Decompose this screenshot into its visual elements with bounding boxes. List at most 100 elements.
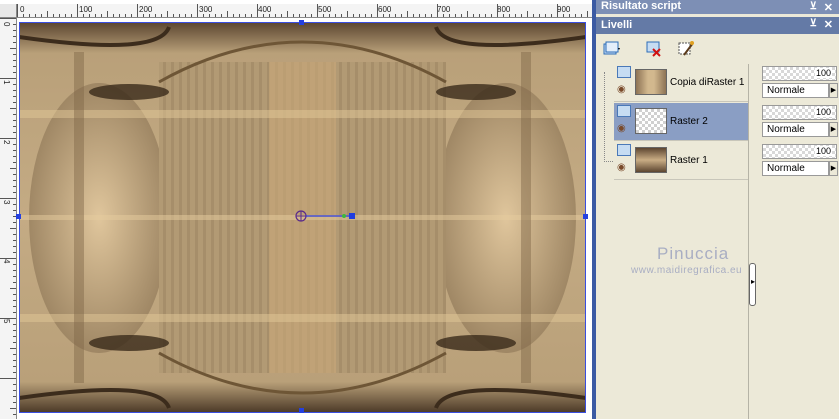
eye-icon[interactable]: ◉ — [617, 84, 626, 95]
ruler-tick — [13, 186, 16, 187]
layer-row[interactable]: ◉ Raster 1 — [614, 142, 748, 180]
ruler-tick — [413, 14, 414, 17]
ruler-label: 200 — [139, 5, 153, 14]
ruler-tick — [13, 354, 16, 355]
ruler-tick — [13, 114, 16, 115]
eye-icon[interactable]: ◉ — [617, 123, 626, 134]
resize-handle-top[interactable] — [299, 20, 304, 25]
ruler-tick — [41, 14, 42, 17]
ruler-tick — [13, 132, 16, 133]
blend-mode-select[interactable]: Normale — [762, 122, 829, 137]
splitter-handle[interactable]: ▸ — [749, 263, 756, 306]
ruler-label: 700 — [437, 5, 451, 14]
ruler-tick — [13, 174, 16, 175]
ruler-tick — [263, 14, 264, 17]
ruler-tick — [13, 30, 16, 31]
ruler-tick — [269, 14, 270, 17]
ruler-tick — [13, 222, 16, 223]
ruler-tick — [13, 204, 16, 205]
layer-row[interactable]: ◉ Raster 2 — [614, 103, 748, 141]
pin-icon[interactable]: ⊻ — [810, 1, 817, 12]
resize-handle-right[interactable] — [583, 214, 588, 219]
ruler-tick — [527, 11, 528, 17]
ruler-tick — [305, 14, 306, 17]
ruler-tick — [245, 14, 246, 17]
ruler-tick — [419, 14, 420, 17]
layer-list: ◉ Copia diRaster 1 ◉ Raster 2 ◉ Raster 1 — [614, 64, 749, 419]
resize-handle-left[interactable] — [16, 214, 21, 219]
layer-properties-icon[interactable] — [676, 39, 696, 59]
ruler-label: 800 — [497, 5, 511, 14]
new-layer-icon[interactable] — [602, 39, 622, 59]
ruler-tick — [13, 84, 16, 85]
ruler-label: 500 — [318, 5, 332, 14]
ruler-tick — [167, 11, 168, 17]
ruler-tick — [0, 318, 16, 319]
vertical-ruler: 0 1 2 3 4 5 — [0, 18, 17, 419]
ruler-tick — [515, 14, 516, 17]
delete-layer-icon[interactable] — [644, 39, 664, 59]
canvas-area: 0 100 200 300 400 500 600 700 800 900 0 … — [0, 0, 592, 419]
ruler-tick — [125, 14, 126, 17]
close-icon[interactable]: ✕ — [824, 18, 833, 31]
ruler-tick — [13, 402, 16, 403]
watermark-url: www.maidiregrafica.eu — [631, 265, 743, 276]
layer-row[interactable]: ◉ Copia diRaster 1 — [614, 64, 748, 102]
layer-name: Raster 2 — [670, 116, 708, 127]
ruler-tick — [13, 264, 16, 265]
opacity-slider[interactable]: 100 — [762, 66, 837, 81]
ruler-tick — [10, 168, 16, 169]
opacity-value: 100 — [814, 68, 832, 78]
ruler-tick — [161, 14, 162, 17]
chevron-right-icon[interactable]: ▶ — [829, 83, 838, 98]
ruler-tick — [0, 258, 16, 259]
opacity-slider[interactable]: 100 — [762, 105, 837, 120]
ruler-tick — [13, 210, 16, 211]
rotation-handle[interactable] — [294, 209, 356, 225]
ruler-tick — [13, 102, 16, 103]
ruler-tick — [443, 14, 444, 17]
ruler-tick — [335, 14, 336, 17]
opacity-value: 100 — [814, 146, 832, 156]
ruler-tick — [329, 14, 330, 17]
ruler-tick — [401, 14, 402, 17]
ruler-tick — [13, 360, 16, 361]
layer-thumbnail — [635, 69, 667, 95]
ruler-tick — [89, 14, 90, 17]
ruler-tick — [65, 14, 66, 17]
ruler-tick — [0, 78, 16, 79]
opacity-slider[interactable]: 100 — [762, 144, 837, 159]
ruler-tick — [461, 14, 462, 17]
ruler-label: 3 — [2, 200, 11, 205]
ruler-tick — [137, 4, 138, 17]
resize-handle-bottom[interactable] — [299, 408, 304, 413]
ruler-tick — [10, 408, 16, 409]
ruler-tick — [101, 14, 102, 17]
pin-icon[interactable]: ⊻ — [810, 18, 817, 29]
blend-mode-select[interactable]: Normale — [762, 83, 829, 98]
script-output-panel-title: Risultato script ⊻ ✕ — [596, 0, 839, 14]
ruler-label: 600 — [378, 5, 392, 14]
ruler-tick — [10, 108, 16, 109]
eye-icon[interactable]: ◉ — [617, 162, 626, 173]
blend-mode-select[interactable]: Normale — [762, 161, 829, 176]
ruler-tick — [113, 14, 114, 17]
close-icon[interactable]: ✕ — [824, 1, 833, 14]
ruler-tick — [209, 14, 210, 17]
ruler-tick — [299, 14, 300, 17]
panel-divider — [748, 64, 755, 419]
layers-panel-title: Livelli ⊻ ✕ — [596, 17, 839, 34]
panel-title-text: Livelli — [601, 19, 633, 31]
ruler-tick — [431, 14, 432, 17]
ruler-tick — [251, 14, 252, 17]
chevron-right-icon[interactable]: ▶ — [829, 161, 838, 176]
ruler-corner — [0, 4, 17, 18]
ruler-tick — [473, 14, 474, 17]
ruler-label: 100 — [79, 5, 93, 14]
ruler-tick — [107, 11, 108, 17]
ruler-tick — [365, 14, 366, 17]
chevron-right-icon[interactable]: ▶ — [829, 122, 838, 137]
layer-type-icon — [617, 144, 631, 156]
ruler-tick — [341, 14, 342, 17]
ruler-tick — [233, 14, 234, 17]
